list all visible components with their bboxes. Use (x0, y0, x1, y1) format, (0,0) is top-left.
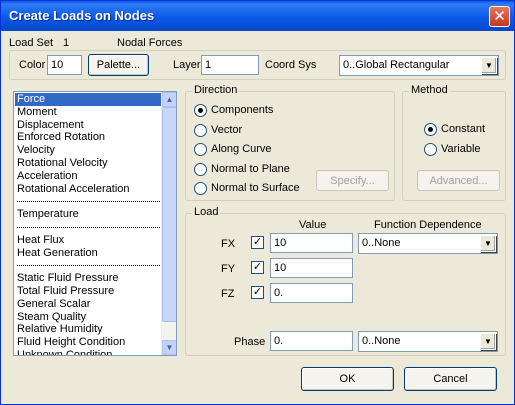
advanced-button[interactable]: Advanced... (417, 170, 500, 191)
window-title: Create Loads on Nodes (9, 8, 155, 23)
list-separator (15, 259, 162, 272)
fz-value-field[interactable]: 0. (270, 283, 353, 303)
phase-value-field[interactable]: 0. (270, 331, 353, 351)
fx-value-field[interactable]: 10 (270, 233, 353, 253)
fz-label: FZ (221, 288, 235, 300)
direction-option-label[interactable]: Vector (211, 124, 242, 136)
list-item[interactable]: Rotational Velocity (15, 157, 162, 170)
phase-function-select[interactable]: 0..None ▼ (358, 331, 498, 352)
list-item[interactable]: Total Fluid Pressure (15, 285, 162, 298)
list-item[interactable]: Temperature (15, 208, 162, 221)
method-radio[interactable] (424, 143, 437, 156)
list-item[interactable]: Moment (15, 106, 162, 119)
list-item[interactable]: Static Fluid Pressure (15, 272, 162, 285)
create-loads-dialog: Create Loads on Nodes ✕ Load Set 1 Nodal… (0, 0, 515, 405)
chevron-down-icon[interactable]: ▼ (480, 333, 496, 350)
load-type-items: Force Moment Displacement Enforced Rotation… (15, 93, 162, 355)
list-separator (15, 195, 162, 208)
list-item[interactable]: Heat Generation (15, 247, 162, 260)
method-option-label[interactable]: Variable (441, 143, 481, 155)
load-title: Load (192, 206, 221, 218)
direction-radio[interactable] (194, 104, 207, 117)
fx-function-value: 0..None (362, 237, 401, 249)
list-item[interactable]: Enforced Rotation (15, 131, 162, 144)
list-item[interactable]: Displacement (15, 119, 162, 132)
method-title: Method (409, 84, 450, 96)
coord-sys-label: Coord Sys (265, 59, 317, 71)
title-bar[interactable]: Create Loads on Nodes ✕ (1, 1, 514, 31)
list-scrollbar[interactable]: ▲ ▼ (161, 92, 176, 355)
chevron-down-icon[interactable]: ▼ (481, 57, 497, 74)
layer-label: Layer (173, 59, 201, 71)
direction-option-label[interactable]: Normal to Plane (211, 163, 290, 175)
list-item[interactable]: Unknown Condition (15, 349, 162, 355)
scroll-up-icon[interactable]: ▲ (162, 92, 176, 107)
load-set-value: 1 (63, 37, 70, 49)
cancel-button[interactable]: Cancel (404, 367, 497, 391)
list-item[interactable]: Acceleration (15, 170, 162, 183)
fx-checkbox[interactable]: ✓ (251, 236, 264, 249)
direction-title: Direction (192, 84, 240, 96)
phase-label: Phase (234, 336, 266, 348)
direction-option-label[interactable]: Along Curve (211, 143, 272, 155)
direction-option-label[interactable]: Components (211, 104, 273, 116)
list-item[interactable]: Fluid Height Condition (15, 336, 162, 349)
list-item[interactable]: Force (15, 93, 162, 106)
list-separator (15, 221, 162, 234)
direction-option-label[interactable]: Normal to Surface (211, 182, 300, 194)
close-icon[interactable]: ✕ (489, 6, 510, 27)
list-item[interactable]: General Scalar (15, 298, 162, 311)
load-set-type: Nodal Forces (117, 37, 183, 49)
list-item[interactable]: Relative Humidity (15, 323, 162, 336)
color-field[interactable]: 10 (47, 55, 82, 75)
palette-button[interactable]: Palette... (88, 54, 149, 76)
list-item[interactable]: Steam Quality (15, 311, 162, 324)
list-item[interactable]: Rotational Acceleration (15, 183, 162, 196)
phase-function-value: 0..None (362, 335, 401, 347)
scroll-thumb[interactable] (162, 107, 176, 322)
direction-radio[interactable] (194, 162, 207, 176)
scroll-down-icon[interactable]: ▼ (162, 340, 176, 355)
coord-sys-select[interactable]: 0..Global Rectangular ▼ (339, 55, 499, 76)
layer-field[interactable]: 1 (201, 55, 259, 75)
fy-checkbox[interactable]: ✓ (251, 261, 264, 274)
fx-label: FX (221, 238, 236, 250)
direction-radio[interactable] (194, 123, 207, 137)
fy-value-field[interactable]: 10 (270, 258, 353, 278)
chevron-down-icon[interactable]: ▼ (480, 235, 496, 252)
load-set-label: Load Set (9, 37, 54, 49)
method-option-label[interactable]: Constant (441, 123, 485, 135)
specify-button[interactable]: Specify... (316, 170, 389, 191)
function-column-header: Function Dependence (374, 219, 482, 231)
value-column-header: Value (299, 219, 327, 231)
color-label: Color (19, 59, 46, 71)
fy-label: FY (221, 263, 236, 275)
load-type-list[interactable]: Force Moment Displacement Enforced Rotation… (13, 91, 177, 356)
ok-button[interactable]: OK (301, 367, 394, 391)
fx-function-select[interactable]: 0..None ▼ (358, 233, 498, 254)
list-item[interactable]: Heat Flux (15, 234, 162, 247)
list-item[interactable]: Velocity (15, 144, 162, 157)
fz-checkbox[interactable]: ✓ (251, 286, 264, 299)
method-radio[interactable] (424, 123, 437, 136)
coord-sys-value: 0..Global Rectangular (343, 59, 450, 71)
